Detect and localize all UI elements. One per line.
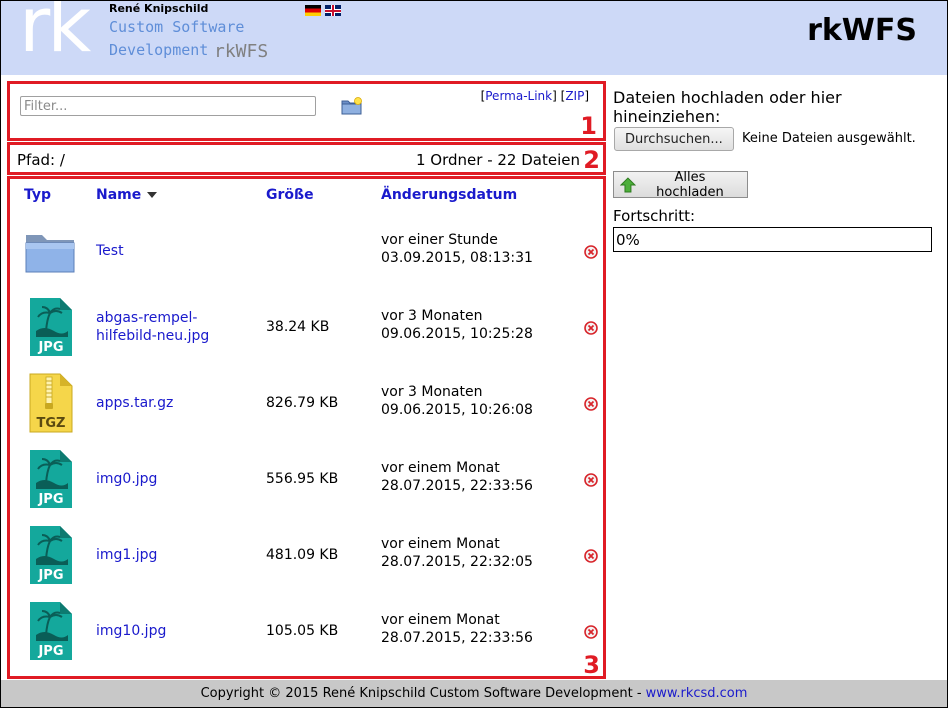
file-name-link[interactable]: img0.jpg bbox=[96, 470, 256, 488]
jpg-file-icon[interactable]: JPG bbox=[24, 525, 76, 585]
file-name-link[interactable]: apps.tar.gz bbox=[96, 394, 256, 412]
file-modified-date: vor einer Stunde 03.09.2015, 08:13:31 bbox=[381, 231, 533, 267]
filter-input[interactable] bbox=[20, 96, 316, 116]
svg-text:TGZ: TGZ bbox=[37, 416, 66, 431]
column-header-size[interactable]: Größe bbox=[266, 187, 314, 203]
upload-arrow-icon bbox=[620, 176, 636, 192]
progress-bar: 0% bbox=[613, 227, 932, 252]
perma-link[interactable]: Perma-Link bbox=[485, 89, 552, 103]
file-modified-date: vor 3 Monaten 09.06.2015, 10:25:28 bbox=[381, 307, 533, 343]
file-modified-relative: vor einem Monat bbox=[381, 460, 500, 476]
file-name-link[interactable]: abgas-rempel-hilfebild-neu.jpg bbox=[96, 309, 256, 345]
copyright-text: Copyright © 2015 René Knipschild Custom … bbox=[200, 686, 646, 701]
file-modified-relative: vor einem Monat bbox=[381, 612, 500, 628]
delete-icon[interactable] bbox=[584, 244, 598, 259]
file-modified-relative: vor 3 Monaten bbox=[381, 308, 483, 324]
file-modified-date: vor einem Monat 28.07.2015, 22:32:05 bbox=[381, 535, 533, 571]
table-row[interactable]: JPG img10.jpg 105.05 KB vor einem Monat 28.0… bbox=[10, 593, 603, 669]
file-size: 105.05 KB bbox=[266, 623, 339, 639]
german-flag-icon[interactable] bbox=[305, 5, 321, 16]
jpg-file-icon[interactable]: JPG bbox=[24, 297, 76, 357]
app-window: rk René Knipschild Custom Software Devel… bbox=[0, 0, 948, 708]
svg-text:JPG: JPG bbox=[37, 568, 63, 583]
file-modified-date: vor 3 Monaten 09.06.2015, 10:26:08 bbox=[381, 383, 533, 419]
page-title: rkWFS bbox=[807, 13, 917, 48]
file-modified-relative: vor 3 Monaten bbox=[381, 384, 483, 400]
svg-text:JPG: JPG bbox=[37, 340, 63, 355]
delete-icon[interactable] bbox=[584, 320, 598, 335]
table-row[interactable]: TGZ apps.tar.gz 826.79 KB vor 3 Monaten 09.0… bbox=[10, 365, 603, 441]
svg-text:JPG: JPG bbox=[37, 644, 63, 659]
progress-text: 0% bbox=[616, 231, 640, 249]
file-modified-relative: vor einer Stunde bbox=[381, 232, 498, 248]
logo-app-name: rkWFS bbox=[214, 41, 269, 62]
svg-text:JPG: JPG bbox=[37, 492, 63, 507]
upload-all-label: Alles hochladen bbox=[656, 169, 724, 200]
file-modified-absolute: 28.07.2015, 22:33:56 bbox=[381, 630, 533, 646]
box-number-2: 2 bbox=[583, 146, 600, 174]
toolbar-box: [Perma-Link] [ZIP] 1 bbox=[7, 81, 606, 141]
file-table-box: Typ Name Größe Änderungsdatum Test vor ei… bbox=[7, 176, 606, 679]
logo-tagline-2: Development bbox=[109, 41, 209, 59]
file-modified-absolute: 28.07.2015, 22:32:05 bbox=[381, 554, 533, 570]
box-number-3: 3 bbox=[583, 651, 600, 679]
file-size: 826.79 KB bbox=[266, 395, 339, 411]
table-row[interactable]: JPG img1.jpg 481.09 KB vor einem Monat 28.07… bbox=[10, 517, 603, 593]
file-name-link[interactable]: Test bbox=[96, 242, 256, 260]
logo-tagline-1: Custom Software bbox=[109, 18, 245, 36]
delete-icon[interactable] bbox=[584, 548, 598, 563]
jpg-file-icon[interactable]: JPG bbox=[24, 449, 76, 509]
file-modified-date: vor einem Monat 28.07.2015, 22:33:56 bbox=[381, 611, 533, 647]
file-size: 481.09 KB bbox=[266, 547, 339, 563]
delete-icon[interactable] bbox=[584, 624, 598, 639]
file-size: 556.95 KB bbox=[266, 471, 339, 487]
browse-button[interactable]: Durchsuchen... bbox=[614, 127, 734, 151]
file-modified-relative: vor einem Monat bbox=[381, 536, 500, 552]
upload-label: Dateien hochladen oder hier hineinziehen… bbox=[613, 88, 842, 126]
tgz-file-icon[interactable]: TGZ bbox=[24, 373, 76, 433]
table-row[interactable]: JPG img0.jpg 556.95 KB vor einem Monat 28.07… bbox=[10, 441, 603, 517]
file-modified-absolute: 03.09.2015, 08:13:31 bbox=[381, 250, 533, 266]
page-header: rk René Knipschild Custom Software Devel… bbox=[1, 1, 947, 75]
item-count: 1 Ordner - 22 Dateien bbox=[415, 151, 580, 169]
footer-link[interactable]: www.rkcsd.com bbox=[646, 686, 748, 701]
file-modified-absolute: 09.06.2015, 10:26:08 bbox=[381, 402, 533, 418]
folder-icon[interactable] bbox=[24, 221, 76, 281]
column-header-type[interactable]: Typ bbox=[24, 187, 51, 203]
upload-all-button[interactable]: Alles hochladen bbox=[613, 169, 748, 200]
breadcrumb: Pfad: / bbox=[17, 151, 65, 169]
page-footer: Copyright © 2015 René Knipschild Custom … bbox=[1, 680, 947, 707]
column-header-name-label: Name bbox=[96, 187, 142, 203]
file-modified-absolute: 09.06.2015, 10:25:28 bbox=[381, 326, 533, 342]
delete-icon[interactable] bbox=[584, 396, 598, 411]
logo-letters: rk bbox=[19, 0, 91, 69]
column-header-name[interactable]: Name bbox=[96, 187, 158, 203]
logo-author: René Knipschild bbox=[109, 2, 209, 15]
new-folder-icon[interactable] bbox=[341, 96, 363, 116]
table-row[interactable]: JPG abgas-rempel-hilfebild-neu.jpg 38.24 K… bbox=[10, 289, 603, 365]
no-files-text: Keine Dateien ausgewählt. bbox=[742, 131, 916, 146]
zip-link[interactable]: ZIP bbox=[565, 89, 584, 103]
language-selector bbox=[305, 5, 341, 16]
sort-desc-icon bbox=[147, 192, 158, 198]
file-modified-date: vor einem Monat 28.07.2015, 22:33:56 bbox=[381, 459, 533, 495]
toolbar-links: [Perma-Link] [ZIP] bbox=[480, 89, 589, 103]
table-row[interactable]: Test vor einer Stunde 03.09.2015, 08:13:31 bbox=[10, 213, 603, 289]
file-name-link[interactable]: img1.jpg bbox=[96, 546, 256, 564]
path-box: Pfad: / 1 Ordner - 22 Dateien 2 bbox=[7, 142, 606, 175]
column-header-date[interactable]: Änderungsdatum bbox=[381, 187, 517, 203]
file-name-link[interactable]: img10.jpg bbox=[96, 622, 256, 640]
file-size: 38.24 KB bbox=[266, 319, 330, 335]
file-modified-absolute: 28.07.2015, 22:33:56 bbox=[381, 478, 533, 494]
delete-icon[interactable] bbox=[584, 472, 598, 487]
box-number-1: 1 bbox=[580, 112, 597, 140]
jpg-file-icon[interactable]: JPG bbox=[24, 601, 76, 661]
english-flag-icon[interactable] bbox=[325, 5, 341, 16]
progress-label: Fortschritt: bbox=[613, 207, 696, 225]
